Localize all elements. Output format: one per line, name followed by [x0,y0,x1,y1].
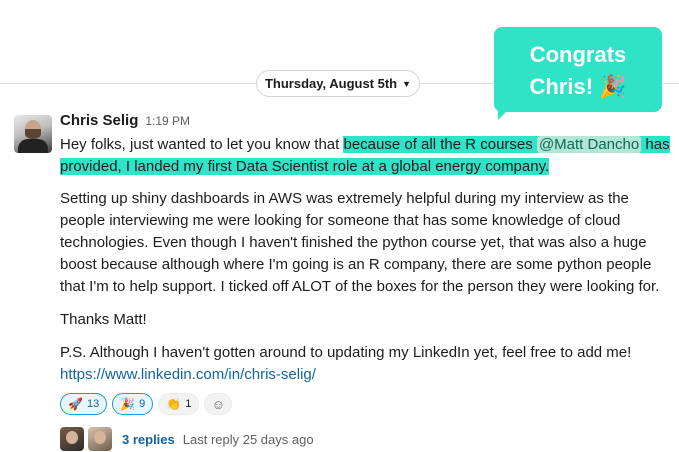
reaction-clap[interactable]: 👏 1 [158,393,200,415]
timestamp[interactable]: 1:19 PM [145,114,190,128]
message: Chris Selig 1:19 PM Hey folks, just want… [60,112,672,451]
date-label: Thursday, August 5th [264,76,398,91]
reaction-count: 1 [185,398,192,410]
clapping-hands-icon: 👏 [166,397,182,411]
chevron-down-icon: ▼ [402,78,412,89]
reaction-count: 9 [139,398,146,410]
last-reply-text: Last reply 25 days ago [182,431,314,447]
callout-tail [498,104,514,120]
message-paragraph-2: Setting up shiny dashboards in AWS was e… [60,190,660,295]
linkedin-link[interactable]: https://www.linkedin.com/in/chris-selig/ [60,364,672,386]
thread-summary[interactable]: 3 replies Last reply 25 days ago [60,427,672,451]
add-emoji-icon: ☺ [211,396,225,412]
message-paragraph-1: Hey folks, just wanted to let you know t… [60,136,670,175]
reply-avatar [88,427,112,451]
date-divider-button[interactable]: Thursday, August 5th ▼ [256,70,420,97]
reaction-rocket[interactable]: 🚀 13 [60,393,108,415]
callout-line-2: Chris! 🎉 [529,74,627,99]
rocket-icon: 🚀 [68,397,83,411]
avatar[interactable] [14,115,52,153]
message-paragraph-4: P.S. Although I haven't gotten around to… [60,344,632,361]
add-reaction-button[interactable]: ☺ [204,393,233,415]
reactions-bar: 🚀 13 🎉 9 👏 1 ☺ [60,393,672,415]
congrats-callout: Congrats Chris! 🎉 [494,27,662,112]
reaction-count: 13 [86,398,100,410]
author-name[interactable]: Chris Selig [60,112,138,129]
message-header: Chris Selig 1:19 PM [60,112,672,134]
callout-line-1: Congrats [529,42,627,67]
reply-avatar [60,427,84,451]
reply-count-link[interactable]: 3 replies [122,432,175,447]
party-popper-icon: 🎉 [120,397,136,411]
message-paragraph-3: Thanks Matt! [60,311,147,328]
reaction-party[interactable]: 🎉 9 [112,393,154,415]
user-mention[interactable]: @Matt Dancho [536,136,642,153]
